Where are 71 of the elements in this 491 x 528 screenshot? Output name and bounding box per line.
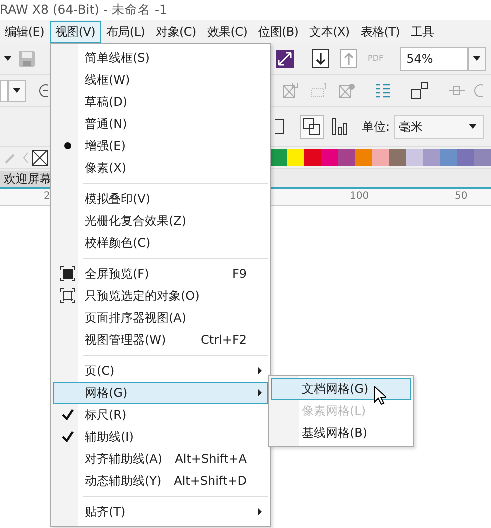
- font-field[interactable]: [0, 80, 8, 102]
- units-label: 单位:: [362, 118, 390, 136]
- menu-item[interactable]: 线框(W): [53, 69, 268, 91]
- export-icon[interactable]: [340, 48, 358, 68]
- dropdown-button[interactable]: [8, 80, 26, 102]
- menu-item[interactable]: 表格(T): [356, 20, 405, 42]
- menu-item[interactable]: 模拟叠印(V): [53, 188, 268, 210]
- menu-item[interactable]: 页面排序器视图(A): [53, 307, 268, 329]
- group-icon-button[interactable]: [300, 114, 324, 138]
- submenu-arrow-icon: [257, 367, 263, 375]
- menu-item[interactable]: 效果(C): [202, 20, 253, 42]
- menu-item[interactable]: 视图(V): [50, 20, 101, 42]
- menu-item[interactable]: 辅助线(I): [53, 426, 268, 448]
- color-swatch[interactable]: [287, 149, 304, 166]
- image-remove-icon[interactable]: [339, 82, 355, 98]
- menu-item[interactable]: 动态辅助线(Y) Alt+Shift+D: [53, 470, 268, 492]
- menu-item[interactable]: 校样颜色(C): [53, 232, 268, 254]
- color-swatch[interactable]: [338, 149, 355, 166]
- menu-item[interactable]: 视图管理器(W) Ctrl+F2: [53, 329, 268, 351]
- menu-item[interactable]: 光栅化复合效果(Z): [53, 210, 268, 232]
- color-swatch[interactable]: [457, 149, 474, 166]
- color-swatch[interactable]: [474, 149, 491, 166]
- color-swatch[interactable]: [321, 149, 338, 166]
- color-swatch[interactable]: [423, 149, 440, 166]
- ruler-label: 2: [44, 190, 50, 204]
- units-select[interactable]: 毫米: [394, 114, 484, 138]
- mouse-cursor-icon: [374, 386, 386, 405]
- menu-item[interactable]: 页(C): [53, 360, 268, 382]
- submenu-arrow-icon: [257, 389, 263, 397]
- menu-item[interactable]: 只预览选定的对象(O): [53, 285, 268, 307]
- chevron-left-icon[interactable]: [22, 152, 30, 164]
- menu-item[interactable]: 编辑(E): [0, 20, 50, 42]
- overlap-squares-icon: [303, 118, 321, 136]
- zoom-dropdown-button[interactable]: [468, 46, 486, 70]
- zoom-field[interactable]: 54%: [400, 46, 468, 70]
- bars-icon[interactable]: [332, 118, 348, 136]
- menu-item[interactable]: 对象(C): [151, 20, 202, 42]
- menu-item[interactable]: 增强(E): [53, 135, 268, 157]
- menu-item[interactable]: 全屏预览(F) F9: [53, 263, 268, 285]
- color-swatch[interactable]: [406, 149, 423, 166]
- color-swatch[interactable]: [389, 149, 406, 166]
- menu-item[interactable]: 基线网格(B): [271, 422, 411, 444]
- menu-item[interactable]: 文档网格(G): [271, 378, 411, 400]
- menu-item[interactable]: 草稿(D): [53, 91, 268, 113]
- menu-item[interactable]: 对齐辅助线(A) Alt+Shift+A: [53, 448, 268, 470]
- squares-icon[interactable]: [411, 82, 429, 100]
- color-swatch[interactable]: [372, 149, 389, 166]
- ruler-label: 100: [350, 190, 370, 204]
- image-add-icon[interactable]: [283, 82, 299, 98]
- import-icon[interactable]: [312, 48, 330, 68]
- no-color-swatch-icon[interactable]: [32, 150, 48, 166]
- menu-item[interactable]: 标尺(R): [53, 404, 268, 426]
- color-swatch[interactable]: [270, 149, 287, 166]
- menu-item[interactable]: 文本(X): [304, 20, 355, 42]
- menu-item[interactable]: 简单线框(S): [53, 47, 268, 69]
- menu-item[interactable]: 贴齐(T): [53, 501, 268, 523]
- menu-item[interactable]: 像素(X): [53, 157, 268, 179]
- menu-item[interactable]: 布局(L): [102, 20, 150, 42]
- image-frame-icon[interactable]: [311, 82, 327, 98]
- menu-item[interactable]: 工具: [406, 20, 440, 42]
- ruler-label: 50: [455, 190, 468, 204]
- selection-frame-icon: [60, 288, 76, 304]
- fullscreen-icon: [60, 266, 76, 282]
- menu-item[interactable]: 普通(N): [53, 113, 268, 135]
- submenu-arrow-icon: [257, 508, 263, 516]
- color-swatch[interactable]: [304, 149, 321, 166]
- menu-item[interactable]: 网格(G): [53, 382, 268, 404]
- menu-item[interactable]: 位图(B): [254, 20, 304, 42]
- text-lines-icon[interactable]: [375, 82, 391, 98]
- color-swatch[interactable]: [440, 149, 457, 166]
- color-swatch[interactable]: [355, 149, 372, 166]
